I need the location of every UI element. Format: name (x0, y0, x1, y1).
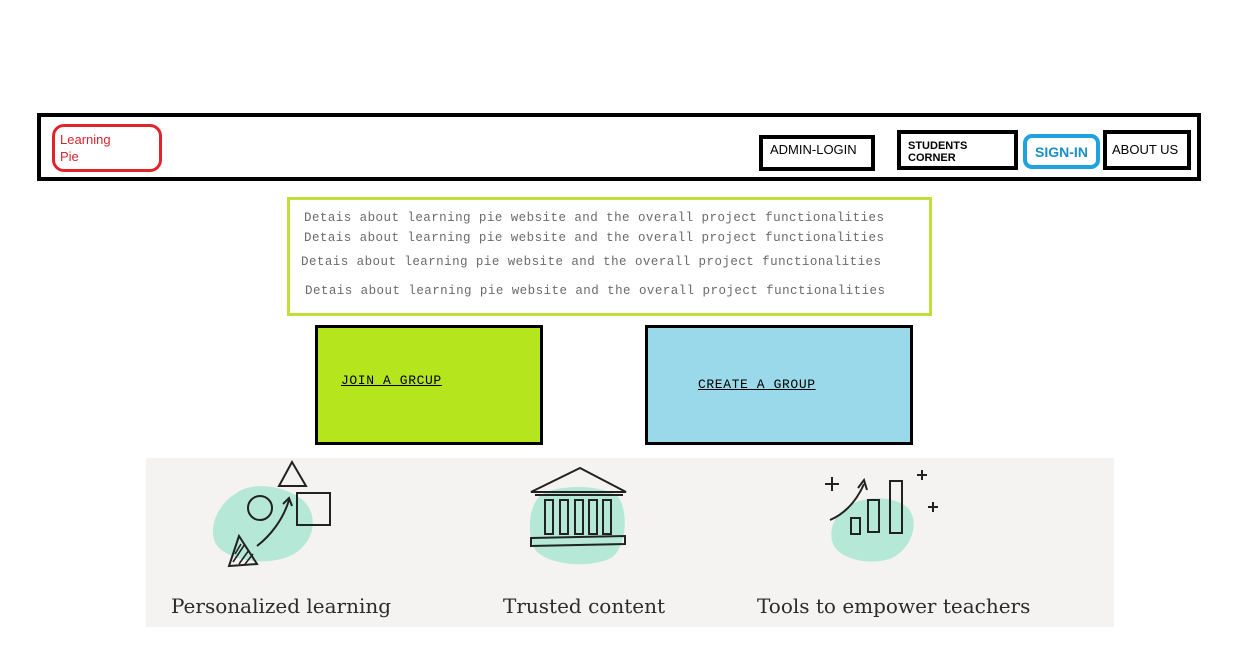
shapes-growth-icon (212, 459, 331, 568)
description-line: Detais about learning pie website and th… (304, 231, 885, 245)
join-group-label[interactable]: JOIN A GRCUP (341, 373, 442, 388)
students-corner-button[interactable]: STUDENTS CORNER (897, 130, 1018, 170)
description-line: Detais about learning pie website and th… (304, 211, 885, 225)
about-us-button[interactable]: ABOUT US (1103, 130, 1191, 170)
feature-title-tools-to-empower-teachers: Tools to empower teachers (757, 594, 1031, 618)
logo-line-1: Learning (60, 132, 111, 147)
create-group-button[interactable]: CREATE A GROUP (645, 325, 913, 445)
join-group-button[interactable]: JOIN A GRCUP (315, 325, 543, 445)
bar-chart-growth-icon (825, 470, 938, 562)
feature-title-trusted-content: Trusted content (503, 594, 665, 618)
sign-in-button[interactable]: SIGN-IN (1023, 134, 1100, 169)
logo-line-2: Pie (60, 149, 79, 164)
feature-title-personalized-learning: Personalized learning (171, 594, 392, 618)
institution-building-icon (529, 466, 627, 565)
description-line: Detais about learning pie website and th… (301, 255, 882, 269)
admin-login-button[interactable]: ADMIN-LOGIN (759, 135, 875, 171)
description-line: Detais about learning pie website and th… (305, 284, 886, 298)
create-group-label[interactable]: CREATE A GROUP (698, 377, 816, 392)
site-logo[interactable]: Learning Pie (52, 124, 162, 172)
